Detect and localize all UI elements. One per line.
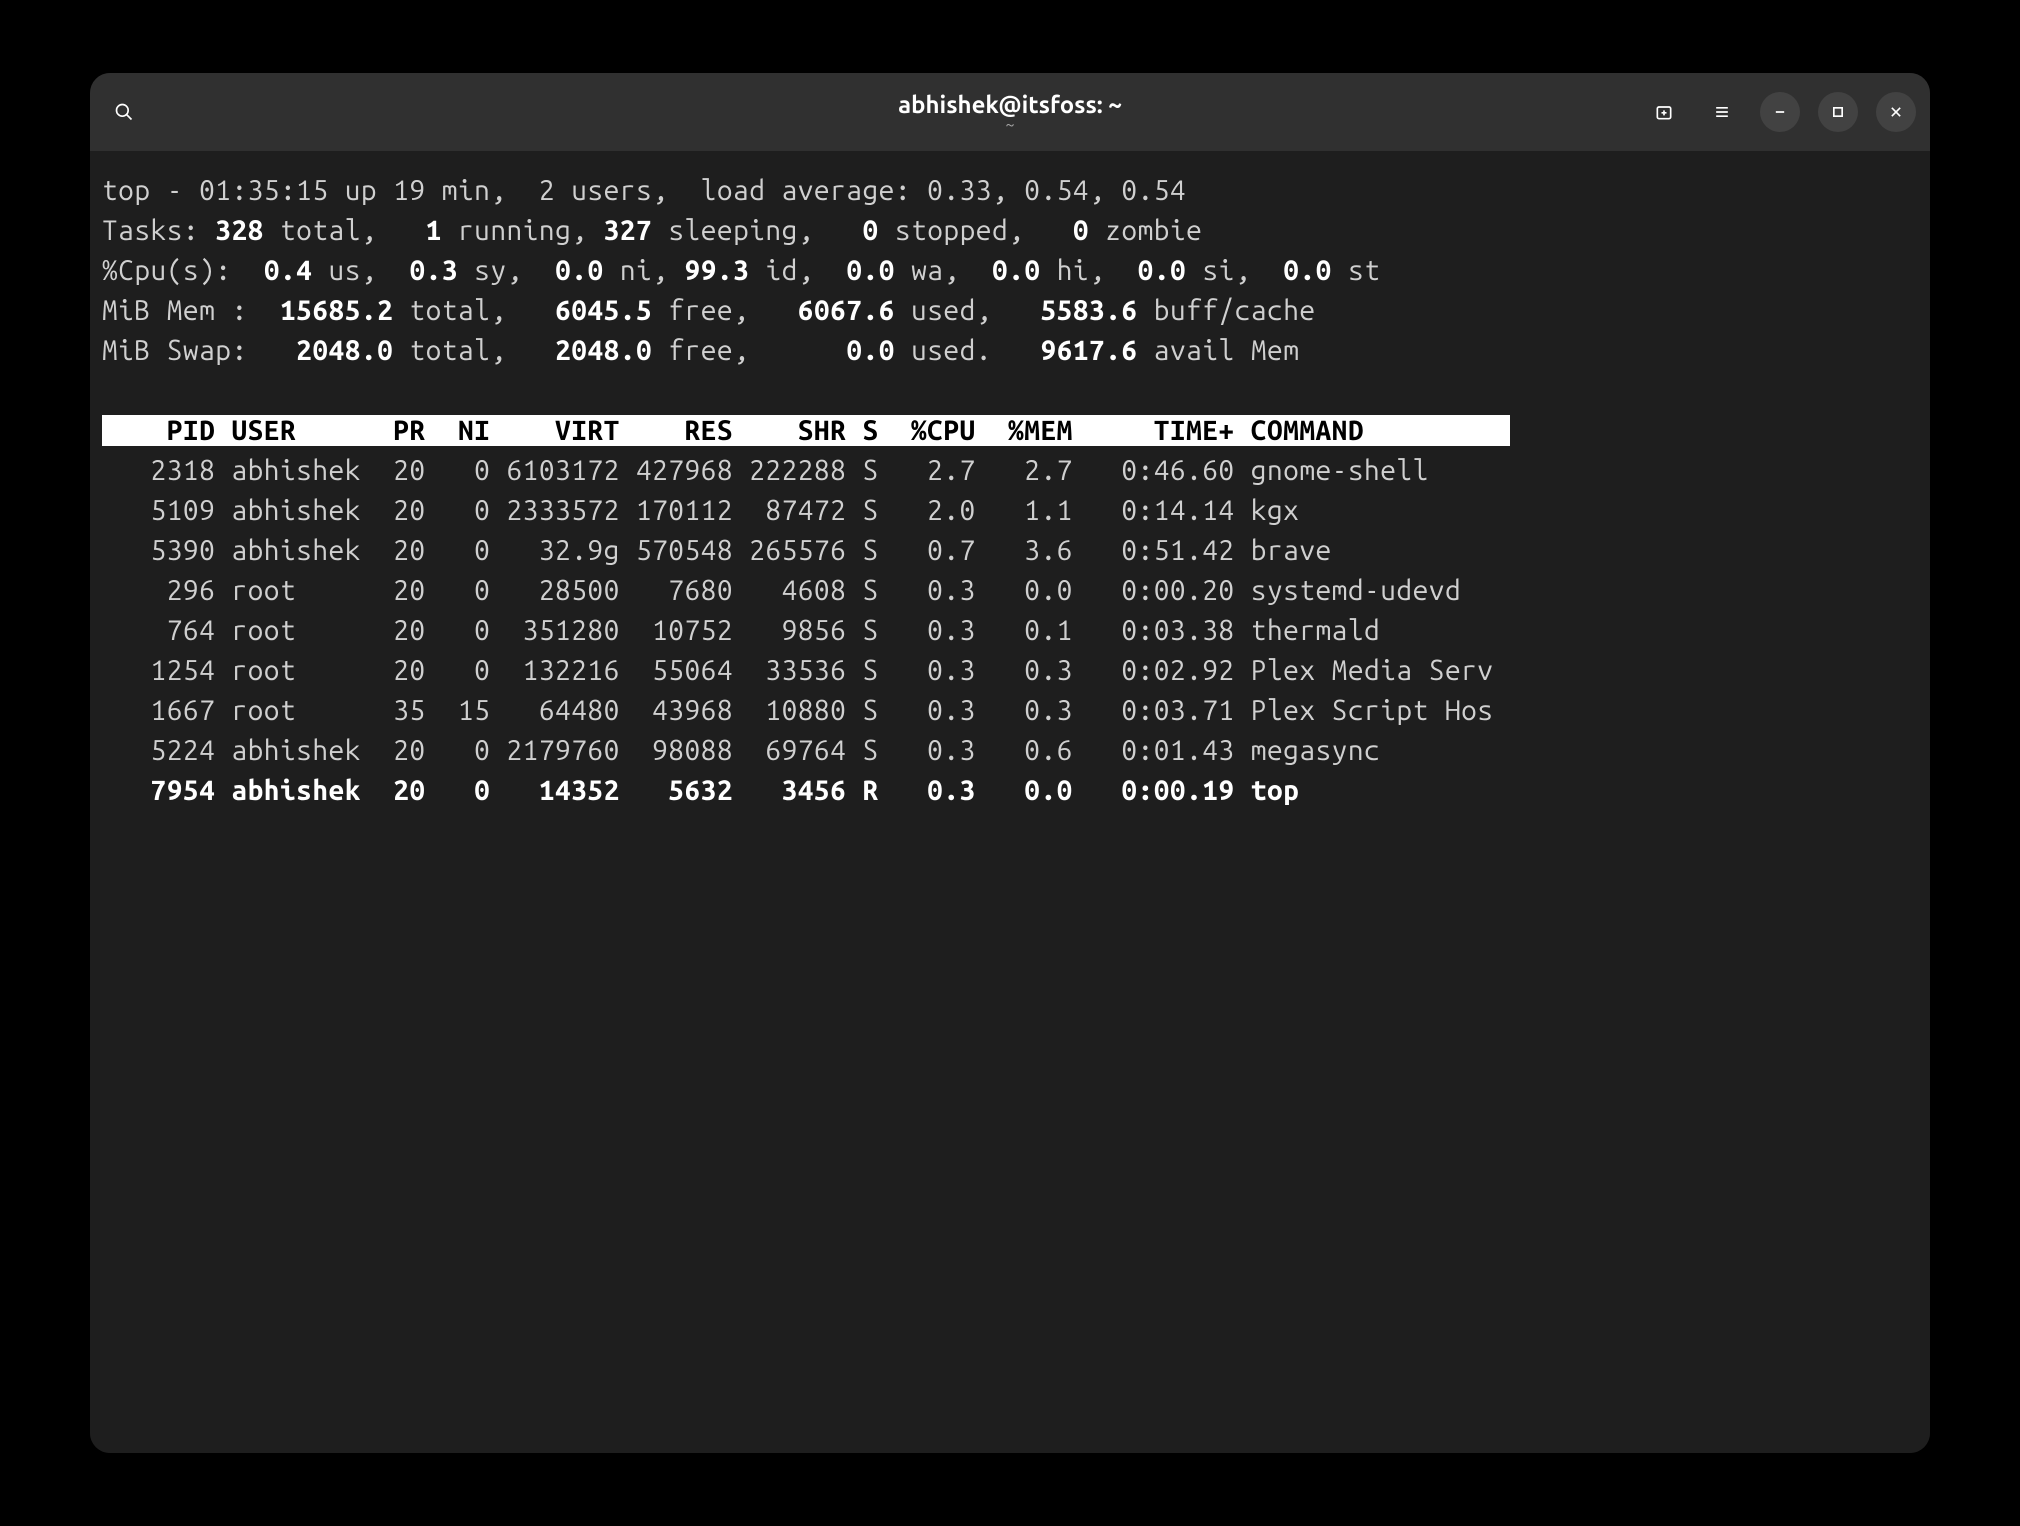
- process-row: 5109 abhishek 20 0 2333572 170112 87472 …: [102, 495, 1299, 526]
- hamburger-menu-icon[interactable]: [1702, 92, 1742, 132]
- window-title-group: abhishek@itsfoss: ~ ~: [898, 91, 1122, 134]
- tasks-line: Tasks: 328 total, 1 running, 327 sleepin…: [102, 215, 1202, 246]
- close-button[interactable]: [1876, 92, 1916, 132]
- search-icon[interactable]: [104, 92, 144, 132]
- maximize-button[interactable]: [1818, 92, 1858, 132]
- titlebar: abhishek@itsfoss: ~ ~: [90, 73, 1930, 151]
- process-row: 1254 root 20 0 132216 55064 33536 S 0.3 …: [102, 655, 1494, 686]
- process-row: 764 root 20 0 351280 10752 9856 S 0.3 0.…: [102, 615, 1380, 646]
- process-row: 1667 root 35 15 64480 43968 10880 S 0.3 …: [102, 695, 1494, 726]
- swap-line: MiB Swap: 2048.0 total, 2048.0 free, 0.0…: [102, 335, 1299, 366]
- window-subtitle: ~: [898, 116, 1122, 134]
- window-title: abhishek@itsfoss: ~: [898, 91, 1122, 118]
- process-row: 5390 abhishek 20 0 32.9g 570548 265576 S…: [102, 535, 1332, 566]
- terminal-window: abhishek@itsfoss: ~ ~ top - 01:35:15 up …: [90, 73, 1930, 1453]
- process-row: 7954 abhishek 20 0 14352 5632 3456 R 0.3…: [102, 775, 1299, 806]
- cpu-line: %Cpu(s): 0.4 us, 0.3 sy, 0.0 ni, 99.3 id…: [102, 255, 1380, 286]
- process-list: 2318 abhishek 20 0 6103172 427968 222288…: [102, 455, 1494, 806]
- process-row: 296 root 20 0 28500 7680 4608 S 0.3 0.0 …: [102, 575, 1461, 606]
- process-row: 2318 abhishek 20 0 6103172 427968 222288…: [102, 455, 1429, 486]
- process-row: 5224 abhishek 20 0 2179760 98088 69764 S…: [102, 735, 1380, 766]
- process-header-row: PID USER PR NI VIRT RES SHR S %CPU %MEM …: [102, 415, 1510, 446]
- new-tab-icon[interactable]: [1644, 92, 1684, 132]
- minimize-button[interactable]: [1760, 92, 1800, 132]
- top-summary-line1: top - 01:35:15 up 19 min, 2 users, load …: [102, 175, 1186, 206]
- mem-line: MiB Mem : 15685.2 total, 6045.5 free, 60…: [102, 295, 1316, 326]
- terminal-content[interactable]: top - 01:35:15 up 19 min, 2 users, load …: [90, 151, 1930, 1453]
